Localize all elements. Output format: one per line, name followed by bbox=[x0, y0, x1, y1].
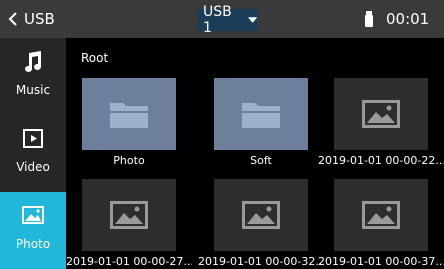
music-note-icon bbox=[25, 51, 41, 72]
back-label: USB bbox=[24, 10, 55, 28]
clock: 00:01 bbox=[386, 10, 430, 28]
sidebar-item-photo[interactable]: Photo bbox=[0, 192, 66, 269]
folder-icon bbox=[242, 103, 280, 128]
image-thumbnail bbox=[214, 179, 308, 251]
sidebar-item-music-label: Music bbox=[15, 83, 51, 97]
file-name: 2019-01-01 00-00-22.... bbox=[318, 154, 444, 167]
caret-down-icon bbox=[247, 17, 257, 23]
image-placeholder-icon bbox=[362, 201, 400, 229]
folder-thumbnail bbox=[214, 78, 308, 150]
file-name: Photo bbox=[113, 154, 145, 167]
image-placeholder-icon bbox=[362, 100, 400, 128]
top-bar: USB USB 1 00:01 bbox=[0, 0, 444, 38]
image-thumbnail bbox=[334, 78, 428, 150]
media-browser-screen: USB USB 1 00:01 Music Video Photo Root P… bbox=[0, 0, 444, 269]
file-name: 2019-01-01 00-00-27.... bbox=[66, 255, 192, 268]
chevron-left-icon bbox=[8, 12, 17, 26]
photo-icon bbox=[22, 206, 44, 224]
image-thumbnail bbox=[82, 179, 176, 251]
sidebar-item-photo-label: Photo bbox=[15, 237, 51, 251]
image-placeholder-icon bbox=[110, 201, 148, 229]
back-button[interactable]: USB bbox=[8, 9, 55, 29]
current-path: Root bbox=[81, 51, 109, 65]
video-play-icon bbox=[23, 129, 43, 148]
file-name: 2019-01-01 00-00-37.... bbox=[318, 255, 444, 268]
sidebar-item-video[interactable]: Video bbox=[0, 115, 66, 192]
folder-thumbnail bbox=[82, 78, 176, 150]
usb-drive-icon bbox=[365, 11, 373, 27]
sidebar-item-video-label: Video bbox=[16, 160, 50, 174]
usb-device-dropdown[interactable]: USB 1 bbox=[197, 4, 257, 36]
usb-device-label: USB 1 bbox=[203, 4, 232, 36]
file-name: Soft bbox=[250, 154, 272, 167]
sidebar-item-music[interactable]: Music bbox=[0, 38, 66, 115]
sidebar: Music Video Photo bbox=[0, 38, 66, 269]
image-placeholder-icon bbox=[242, 201, 280, 229]
image-thumbnail bbox=[334, 179, 428, 251]
folder-icon bbox=[110, 103, 148, 128]
file-name: 2019-01-01 00-00-32.... bbox=[198, 255, 324, 268]
file-browser: Root Photo Soft 2019-01-01 00-00-22.... … bbox=[66, 38, 444, 269]
